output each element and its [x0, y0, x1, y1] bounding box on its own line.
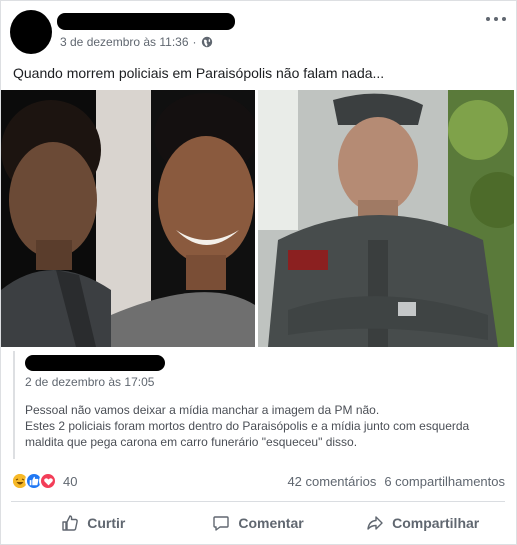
dot-icon [494, 17, 498, 21]
shared-body-line: Pessoal não vamos deixar a mídia manchar… [25, 403, 380, 417]
shared-post-date[interactable]: 2 de dezembro às 17:05 [25, 375, 154, 389]
thumbs-up-icon [62, 515, 79, 531]
like-label: Curtir [87, 515, 126, 531]
dot-separator: · [192, 35, 197, 49]
post-actions: Curtir Comentar Compartilhar [11, 507, 505, 539]
shared-post[interactable]: 2 de dezembro às 17:05 Pessoal não vamos… [13, 351, 505, 459]
post-photo-right[interactable] [258, 90, 514, 347]
portrait-two-men-image [1, 90, 255, 347]
divider [11, 501, 505, 502]
share-label: Compartilhar [392, 515, 480, 531]
shared-body-line: Estes 2 policiais foram mortos dentro do… [25, 419, 470, 433]
shared-author-name-redacted[interactable] [25, 355, 165, 371]
shared-post-body: Pessoal não vamos deixar a mídia manchar… [25, 402, 495, 450]
avatar[interactable] [10, 10, 52, 54]
post-timestamp[interactable]: 3 de dezembro às 11:36 [60, 35, 189, 49]
love-reaction-icon [39, 472, 57, 490]
post-text: Quando morrem policiais em Paraisópolis … [13, 65, 385, 81]
post-meta: 3 de dezembro às 11:36 · [60, 35, 213, 49]
more-options-button[interactable] [486, 11, 506, 27]
dot-icon [502, 17, 506, 21]
dot-icon [486, 17, 490, 21]
like-button[interactable]: Curtir [11, 507, 176, 539]
share-button[interactable]: Compartilhar [340, 507, 505, 539]
post-stats: 40 42 comentários 6 compartilhamentos [11, 471, 505, 491]
comment-button[interactable]: Comentar [176, 507, 341, 539]
facebook-post-card: 3 de dezembro às 11:36 · Quando morrem p… [0, 0, 517, 545]
comment-label: Comentar [238, 515, 304, 531]
share-arrow-icon [367, 516, 383, 530]
globe-icon[interactable] [201, 36, 213, 48]
reactions-summary[interactable]: 40 [11, 472, 77, 490]
comment-icon [213, 516, 230, 531]
author-name-redacted[interactable] [57, 13, 235, 30]
post-photo-left[interactable] [1, 90, 255, 347]
shared-body-line: maldita que pega carona em carro funerár… [25, 435, 358, 449]
reaction-count[interactable]: 40 [63, 474, 77, 489]
shares-count-link[interactable]: 6 compartilhamentos [384, 474, 505, 489]
comments-count-link[interactable]: 42 comentários [287, 474, 376, 489]
portrait-officer-image [258, 90, 514, 347]
engagement-counts: 42 comentários 6 compartilhamentos [287, 474, 505, 489]
